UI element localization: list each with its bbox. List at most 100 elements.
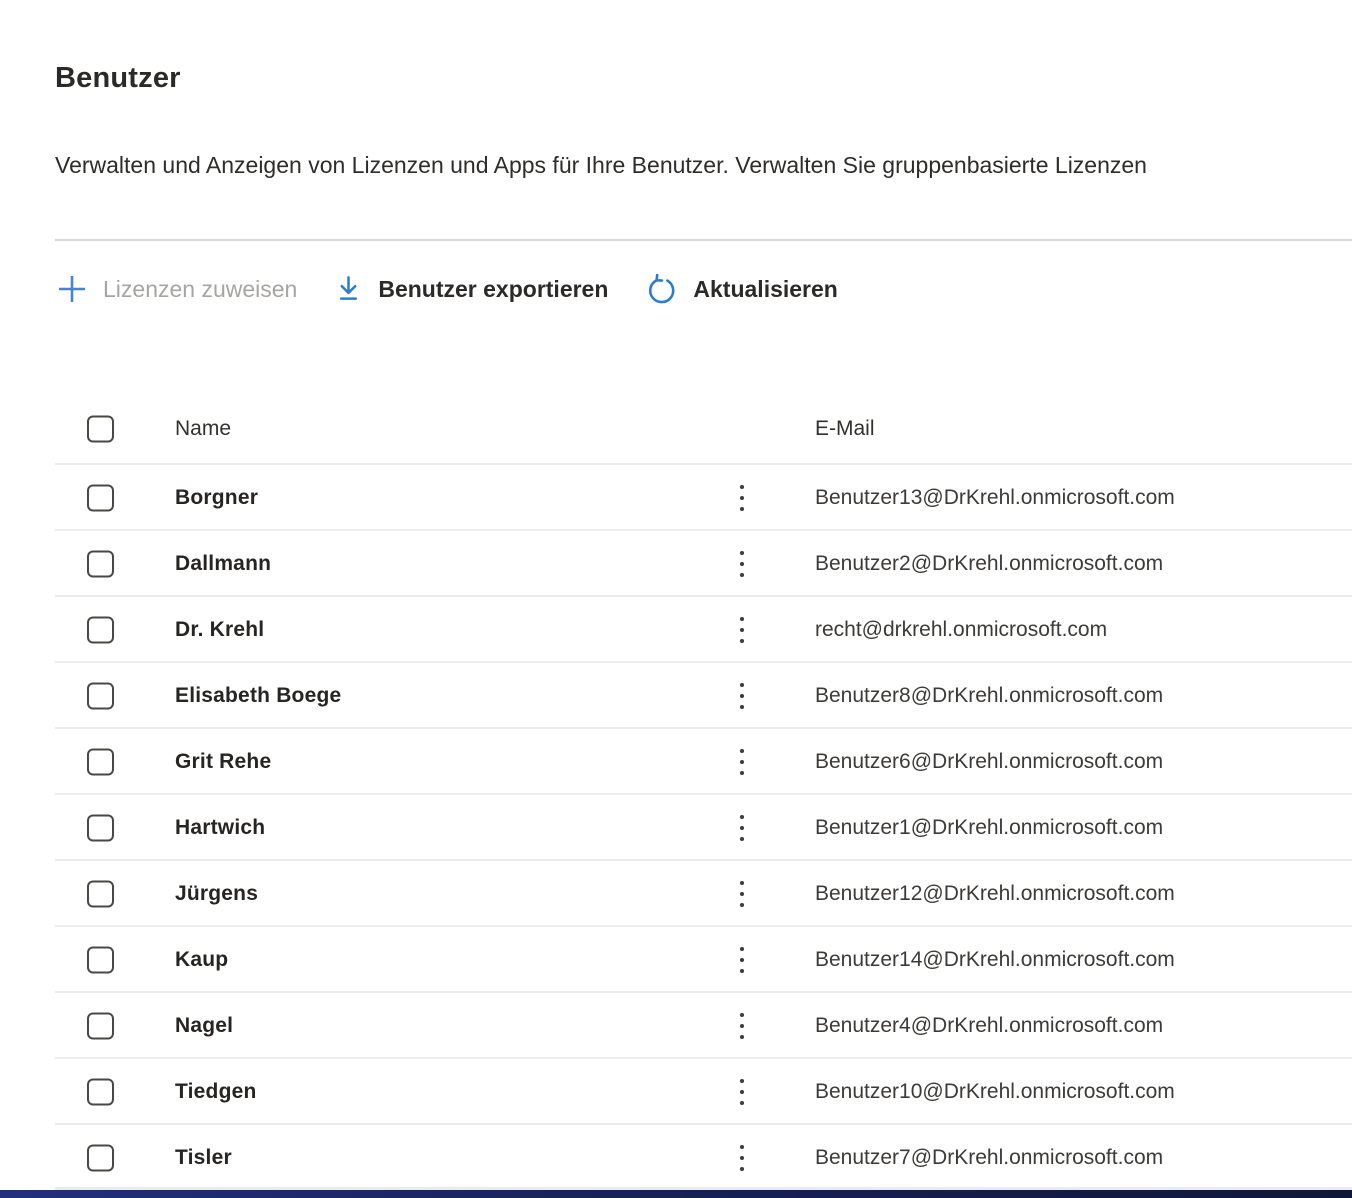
table-row[interactable]: Dallmann Benutzer2@DrKrehl.onmicrosoft.c… [0, 531, 1352, 597]
ellipsis-dot [740, 1079, 744, 1083]
table-row[interactable]: Tiedgen Benutzer10@DrKrehl.onmicrosoft.c… [0, 1059, 1352, 1125]
plus-icon [57, 274, 87, 304]
user-name: Dallmann [175, 552, 271, 576]
refresh-label: Aktualisieren [693, 276, 837, 303]
row-checkbox[interactable] [87, 1145, 114, 1172]
command-bar: Lizenzen zuweisen Benutzer exportieren A… [55, 261, 840, 317]
vertical-ellipsis-icon[interactable] [731, 1009, 753, 1043]
ellipsis-dot [740, 837, 744, 841]
user-table-header: Name E-Mail [0, 393, 1352, 465]
ellipsis-dot [740, 694, 744, 698]
ellipsis-dot [740, 1156, 744, 1160]
user-name: Hartwich [175, 816, 265, 840]
vertical-ellipsis-icon[interactable] [731, 679, 753, 713]
table-row[interactable]: Tisler Benutzer7@DrKrehl.onmicrosoft.com [0, 1125, 1352, 1191]
table-row[interactable]: Grit Rehe Benutzer6@DrKrehl.onmicrosoft.… [0, 729, 1352, 795]
vertical-ellipsis-icon[interactable] [731, 745, 753, 779]
user-name: Elisabeth Boege [175, 684, 341, 708]
ellipsis-dot [740, 749, 744, 753]
user-name: Tiedgen [175, 1080, 257, 1104]
ellipsis-dot [740, 485, 744, 489]
user-name: Kaup [175, 948, 228, 972]
row-checkbox[interactable] [87, 1013, 114, 1040]
user-name: Grit Rehe [175, 750, 271, 774]
row-checkbox[interactable] [87, 749, 114, 776]
user-email: Benutzer7@DrKrehl.onmicrosoft.com [815, 1146, 1163, 1170]
vertical-ellipsis-icon[interactable] [731, 481, 753, 515]
user-email: recht@drkrehl.onmicrosoft.com [815, 618, 1107, 642]
ellipsis-dot [740, 683, 744, 687]
page-title: Benutzer [55, 62, 181, 95]
vertical-ellipsis-icon[interactable] [731, 811, 753, 845]
download-icon [335, 275, 362, 303]
table-row[interactable]: Jürgens Benutzer12@DrKrehl.onmicrosoft.c… [0, 861, 1352, 927]
vertical-ellipsis-icon[interactable] [731, 877, 753, 911]
ellipsis-dot [740, 639, 744, 643]
ellipsis-dot [740, 562, 744, 566]
user-table: Name E-Mail Borgner Benutzer13@DrKrehl.o… [0, 393, 1352, 1191]
user-table-body: Borgner Benutzer13@DrKrehl.onmicrosoft.c… [0, 465, 1352, 1191]
ellipsis-dot [740, 881, 744, 885]
row-checkbox[interactable] [87, 551, 114, 578]
ellipsis-dot [740, 1024, 744, 1028]
user-name: Borgner [175, 486, 258, 510]
vertical-ellipsis-icon[interactable] [731, 1141, 753, 1175]
ellipsis-dot [740, 958, 744, 962]
refresh-button[interactable]: Aktualisieren [644, 274, 839, 305]
page-description: Verwalten und Anzeigen von Lizenzen und … [55, 152, 1352, 179]
ellipsis-dot [740, 551, 744, 555]
row-checkbox[interactable] [87, 815, 114, 842]
table-row[interactable]: Borgner Benutzer13@DrKrehl.onmicrosoft.c… [0, 465, 1352, 531]
user-name: Tisler [175, 1146, 232, 1170]
ellipsis-dot [740, 628, 744, 632]
table-row[interactable]: Dr. Krehl recht@drkrehl.onmicrosoft.com [0, 597, 1352, 663]
vertical-ellipsis-icon[interactable] [731, 613, 753, 647]
user-email: Benutzer8@DrKrehl.onmicrosoft.com [815, 684, 1163, 708]
vertical-ellipsis-icon[interactable] [731, 943, 753, 977]
user-email: Benutzer2@DrKrehl.onmicrosoft.com [815, 552, 1163, 576]
user-name: Jürgens [175, 882, 258, 906]
ellipsis-dot [740, 771, 744, 775]
row-checkbox[interactable] [87, 683, 114, 710]
assign-licenses-label: Lizenzen zuweisen [103, 276, 297, 303]
user-name: Nagel [175, 1014, 233, 1038]
toolbar-divider [55, 239, 1352, 241]
ellipsis-dot [740, 1145, 744, 1149]
table-row[interactable]: Hartwich Benutzer1@DrKrehl.onmicrosoft.c… [0, 795, 1352, 861]
user-email: Benutzer12@DrKrehl.onmicrosoft.com [815, 882, 1175, 906]
table-row[interactable]: Nagel Benutzer4@DrKrehl.onmicrosoft.com [0, 993, 1352, 1059]
ellipsis-dot [740, 1090, 744, 1094]
export-users-label: Benutzer exportieren [378, 276, 608, 303]
user-name: Dr. Krehl [175, 618, 264, 642]
ellipsis-dot [740, 826, 744, 830]
ellipsis-dot [740, 1035, 744, 1039]
select-all-checkbox[interactable] [87, 416, 114, 443]
row-checkbox[interactable] [87, 617, 114, 644]
export-users-button[interactable]: Benutzer exportieren [333, 275, 610, 303]
ellipsis-dot [740, 760, 744, 764]
ellipsis-dot [740, 903, 744, 907]
refresh-icon [646, 274, 677, 305]
user-email: Benutzer13@DrKrehl.onmicrosoft.com [815, 486, 1175, 510]
ellipsis-dot [740, 705, 744, 709]
row-checkbox[interactable] [87, 1079, 114, 1106]
table-row[interactable]: Elisabeth Boege Benutzer8@DrKrehl.onmicr… [0, 663, 1352, 729]
user-email: Benutzer10@DrKrehl.onmicrosoft.com [815, 1080, 1175, 1104]
vertical-ellipsis-icon[interactable] [731, 1075, 753, 1109]
ellipsis-dot [740, 496, 744, 500]
row-checkbox[interactable] [87, 947, 114, 974]
column-header-email: E-Mail [815, 417, 875, 441]
assign-licenses-button[interactable]: Lizenzen zuweisen [55, 274, 299, 304]
ellipsis-dot [740, 1167, 744, 1171]
row-checkbox[interactable] [87, 881, 114, 908]
user-email: Benutzer6@DrKrehl.onmicrosoft.com [815, 750, 1163, 774]
ellipsis-dot [740, 1101, 744, 1105]
ellipsis-dot [740, 947, 744, 951]
table-row[interactable]: Kaup Benutzer14@DrKrehl.onmicrosoft.com [0, 927, 1352, 993]
vertical-ellipsis-icon[interactable] [731, 547, 753, 581]
bottom-navy-bar [0, 1190, 1352, 1198]
user-email: Benutzer1@DrKrehl.onmicrosoft.com [815, 816, 1163, 840]
user-email: Benutzer14@DrKrehl.onmicrosoft.com [815, 948, 1175, 972]
row-checkbox[interactable] [87, 485, 114, 512]
ellipsis-dot [740, 815, 744, 819]
